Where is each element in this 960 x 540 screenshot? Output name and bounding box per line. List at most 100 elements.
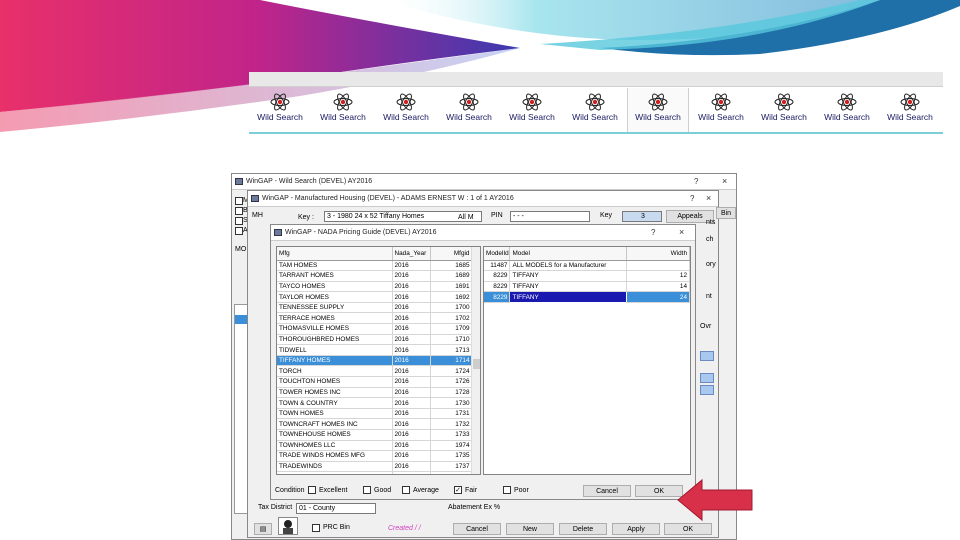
table-row[interactable]: TOWER HOMES INC 2016 1728 <box>277 387 473 399</box>
mh-new-button[interactable]: New <box>506 523 554 535</box>
table-row[interactable]: 11487 ALL MODELS for a Manufacturer <box>484 260 690 272</box>
table-cell: 2016 <box>392 418 431 430</box>
table-row[interactable]: THOROUGHBRED HOMES 2016 1710 <box>277 334 473 346</box>
table-row[interactable]: TERRACE HOMES 2016 1702 <box>277 312 473 325</box>
wild-search-button[interactable]: Wild Search <box>501 88 563 132</box>
table-cell: 1737 <box>430 461 473 473</box>
table-cell: 2016 <box>392 429 431 441</box>
close-button[interactable]: × <box>706 193 711 203</box>
table-cell: TIFFANY HOMES <box>277 355 393 367</box>
left-checkbox[interactable] <box>235 217 243 225</box>
wild-search-button[interactable]: Wild Search <box>312 88 374 132</box>
column-header[interactable]: ModelId <box>484 247 511 261</box>
help-button[interactable]: ? <box>694 177 698 186</box>
wild-search-label: Wild Search <box>320 112 366 122</box>
pin-field[interactable]: - - - <box>510 211 590 222</box>
table-row[interactable]: TARRANT HOMES 2016 1689 <box>277 270 473 282</box>
right-blue-field <box>700 373 714 383</box>
help-button[interactable]: ? <box>651 228 655 237</box>
table-cell: 2016 <box>392 471 431 474</box>
table-row[interactable]: TOWNEHOUSE HOMES 2016 1733 <box>277 429 473 441</box>
wild-search-label: Wild Search <box>698 112 744 122</box>
wild-search-button[interactable]: Wild Search <box>438 88 500 132</box>
atom-icon <box>900 93 920 111</box>
close-button[interactable]: × <box>722 176 727 186</box>
left-fragment-label: MO <box>235 246 247 253</box>
table-cell: 24 <box>626 291 690 303</box>
column-header[interactable]: Mfgid <box>430 247 473 261</box>
table-row[interactable]: TENNESSEE SUPPLY 2016 1700 <box>277 302 473 314</box>
condition-checkbox[interactable] <box>308 486 316 494</box>
table-row[interactable]: TOWNCRAFT HOMES INC 2016 1732 <box>277 418 473 430</box>
left-checkbox[interactable] <box>235 197 243 205</box>
wild-search-label: Wild Search <box>509 112 555 122</box>
bin-button[interactable]: Bin <box>716 207 736 219</box>
table-row[interactable]: TAM HOMES 2016 1685 <box>277 260 473 272</box>
mh-apply-button[interactable]: Apply <box>612 523 660 535</box>
table-row[interactable]: TOWNHOMES LLC 2016 1974 <box>277 440 473 452</box>
atom-icon <box>333 93 353 111</box>
condition-checkbox[interactable]: ✓ <box>454 486 462 494</box>
column-header[interactable]: Nada_Year <box>392 247 431 261</box>
table-row[interactable]: TIDWELL 2016 1713 <box>277 344 473 356</box>
table-row[interactable]: TRADE WINDS HOMES MFG 2016 1735 <box>277 450 473 462</box>
mh-cancel-button[interactable]: Cancel <box>453 523 501 535</box>
table-row[interactable]: THOMASVILLE HOMES 2016 1709 <box>277 323 473 335</box>
table-row[interactable]: TAYCO HOMES 2016 1691 <box>277 281 473 293</box>
table-cell: TIDWELL <box>277 344 393 356</box>
condition-checkbox[interactable] <box>363 486 371 494</box>
scroll-thumb[interactable] <box>473 359 480 369</box>
wild-search-button[interactable]: Wild Search <box>690 88 752 132</box>
mh-titlebar: WinGAP - Manufactured Housing (DEVEL) - … <box>248 191 718 207</box>
left-checkbox[interactable] <box>235 207 243 215</box>
table-cell: 2016 <box>392 461 431 473</box>
wild-search-button[interactable]: Wild Search <box>816 88 878 132</box>
tax-district-select[interactable]: 01 - County <box>296 503 376 514</box>
manufacturer-scrollbar[interactable] <box>471 247 480 474</box>
table-row[interactable]: 8229 TIFFANY 12 <box>484 270 690 282</box>
nada-cancel-button[interactable]: Cancel <box>583 485 631 497</box>
close-button[interactable]: × <box>679 227 684 237</box>
column-header[interactable]: Mfg <box>277 247 393 261</box>
table-row[interactable]: 8229 TIFFANY 14 <box>484 281 690 293</box>
mh-delete-button[interactable]: Delete <box>559 523 607 535</box>
wild-search-button[interactable]: Wild Search <box>753 88 815 132</box>
table-row[interactable]: TOUCHTON HOMES 2016 1726 <box>277 376 473 388</box>
table-row[interactable]: TRADITIONAL HOMES20161738 <box>277 471 473 474</box>
wild-search-button[interactable]: Wild Search <box>627 88 689 132</box>
manufacturer-grid[interactable]: Mfg Nada_Year Mfgid TAM HOMES 2016 1685 TARRA… <box>276 246 481 475</box>
table-row[interactable]: TIFFANY HOMES 2016 1714 <box>277 355 473 367</box>
key2-field[interactable]: 3 <box>622 211 662 222</box>
left-checkbox[interactable] <box>235 227 243 235</box>
condition-label: Condition <box>275 487 305 494</box>
condition-checkbox[interactable] <box>503 486 511 494</box>
table-cell: TARRANT HOMES <box>277 270 393 282</box>
model-grid[interactable]: ModelId Model Width 11487 ALL MODELS for a … <box>483 246 691 475</box>
app-icon <box>235 178 243 185</box>
table-row[interactable]: TOWN & COUNTRY 2016 1730 <box>277 397 473 409</box>
table-row[interactable]: TAYLOR HOMES 2016 1692 <box>277 291 473 303</box>
help-button[interactable]: ? <box>690 194 694 203</box>
table-row[interactable]: TOWN HOMES 2016 1731 <box>277 408 473 420</box>
column-header[interactable]: Model <box>509 247 628 261</box>
wild-search-button[interactable]: Wild Search <box>375 88 437 132</box>
table-row[interactable]: TORCH 2016 1724 <box>277 365 473 378</box>
condition-checkbox[interactable] <box>402 486 410 494</box>
table-row[interactable]: TRADEWINDS 2016 1737 <box>277 461 473 473</box>
table-row[interactable]: 8229 TIFFANY 24 <box>484 291 690 303</box>
wild-search-toolbar: Wild Search Wild Search Wild Search Wild Se… <box>249 72 943 134</box>
table-cell: 1713 <box>430 344 473 356</box>
mh-ok-button[interactable]: OK <box>664 523 712 535</box>
prc-bin-checkbox[interactable] <box>312 524 320 532</box>
wild-search-button[interactable]: Wild Search <box>879 88 941 132</box>
table-cell: TOWNHOMES LLC <box>277 440 393 452</box>
atom-icon <box>585 93 605 111</box>
column-header[interactable]: Width <box>626 247 690 261</box>
wild-search-button[interactable]: Wild Search <box>564 88 626 132</box>
wild-search-button[interactable]: Wild Search <box>249 88 311 132</box>
atom-icon <box>774 93 794 111</box>
table-cell: 8229 <box>484 281 511 293</box>
window-title: WinGAP - NADA Pricing Guide (DEVEL) AY20… <box>285 229 437 236</box>
wild-search-label: Wild Search <box>824 112 870 122</box>
print-icon[interactable]: ▤ <box>254 523 272 535</box>
